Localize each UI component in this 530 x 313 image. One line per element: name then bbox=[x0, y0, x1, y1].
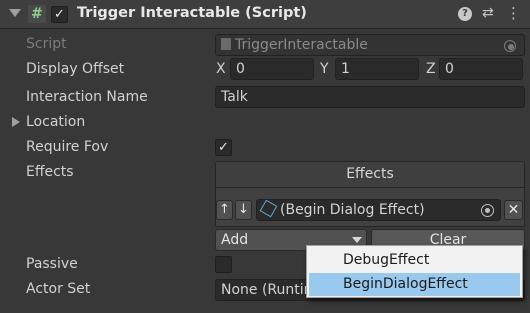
script-value: TriggerInteractable bbox=[235, 37, 368, 53]
move-down-button[interactable]: ↓ bbox=[235, 200, 252, 220]
effects-list-header: Effects bbox=[215, 161, 525, 188]
effects-label: Effects bbox=[26, 164, 74, 180]
require-fov-checkbox[interactable]: ✓ bbox=[215, 139, 232, 156]
require-fov-label: Require Fov bbox=[26, 139, 109, 155]
passive-checkbox[interactable] bbox=[215, 256, 232, 273]
actor-set-label: Actor Set bbox=[26, 281, 91, 297]
help-icon[interactable]: ? bbox=[458, 7, 472, 21]
interaction-name-field[interactable]: Talk bbox=[215, 86, 525, 108]
add-effect-popup-menu: DebugEffect BeginDialogEffect bbox=[306, 245, 523, 298]
offset-y-field[interactable]: 1 bbox=[335, 58, 419, 80]
chevron-down-icon[interactable] bbox=[352, 237, 362, 243]
component-title: Trigger Interactable (Script) bbox=[77, 5, 307, 21]
component-menu-icon[interactable]: ⋮ bbox=[506, 4, 521, 22]
scriptable-object-icon bbox=[259, 199, 278, 218]
component-enabled-checkbox[interactable]: ✓ bbox=[51, 6, 68, 23]
offset-x-label[interactable]: X bbox=[216, 61, 226, 77]
effect-item-field[interactable]: (Begin Dialog Effect) bbox=[256, 199, 501, 221]
interaction-name-label: Interaction Name bbox=[26, 89, 148, 105]
script-object-field[interactable]: TriggerInteractable bbox=[215, 34, 525, 56]
script-asset-icon bbox=[221, 38, 231, 50]
passive-label: Passive bbox=[26, 256, 78, 272]
effect-picker-icon[interactable] bbox=[481, 204, 494, 217]
menu-item-debug-effect[interactable]: DebugEffect bbox=[309, 249, 520, 272]
object-picker-icon[interactable] bbox=[504, 40, 516, 52]
script-icon: # bbox=[28, 5, 46, 23]
script-label: Script bbox=[26, 36, 67, 52]
display-offset-label: Display Offset bbox=[26, 61, 125, 77]
offset-z-field[interactable]: 0 bbox=[439, 58, 523, 80]
move-up-button[interactable]: ↑ bbox=[216, 200, 233, 220]
remove-effect-button[interactable]: ✕ bbox=[504, 200, 523, 220]
menu-item-begin-dialog-effect[interactable]: BeginDialogEffect bbox=[309, 273, 520, 296]
presets-icon[interactable]: ⇄ bbox=[482, 5, 494, 21]
offset-x-field[interactable]: 0 bbox=[230, 58, 314, 80]
effect-item-label: (Begin Dialog Effect) bbox=[280, 202, 425, 218]
component-foldout-arrow[interactable] bbox=[9, 9, 21, 17]
offset-z-label[interactable]: Z bbox=[426, 61, 436, 77]
location-foldout-arrow[interactable] bbox=[12, 117, 20, 127]
offset-y-label[interactable]: Y bbox=[320, 61, 329, 77]
location-label[interactable]: Location bbox=[26, 114, 85, 130]
